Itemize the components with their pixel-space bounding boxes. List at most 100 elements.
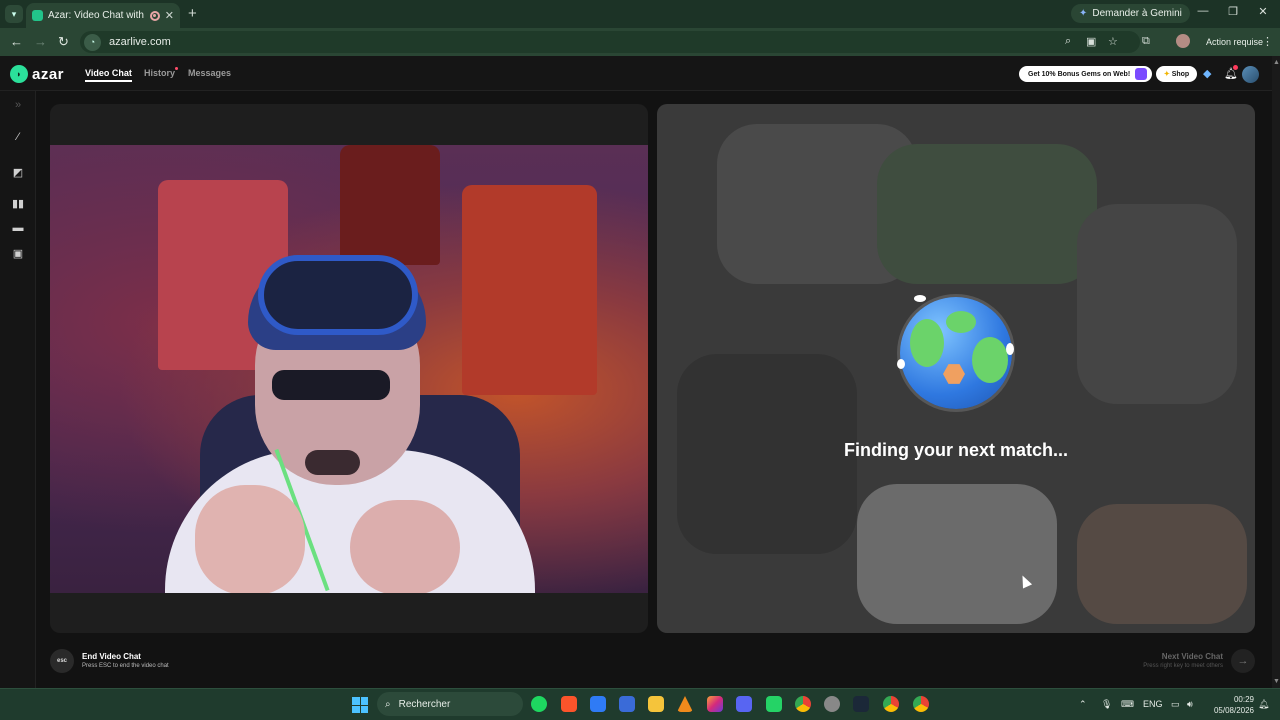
scroll-down-icon[interactable]: ▼	[1273, 678, 1280, 685]
zoom-icon[interactable]: ⌕	[1065, 35, 1071, 48]
blur-shape	[1077, 504, 1247, 624]
globe-land	[972, 337, 1008, 383]
site-info-icon[interactable]: ◔	[84, 33, 101, 51]
store-icon[interactable]	[619, 696, 635, 712]
url-text: azarlive.com	[109, 36, 171, 48]
layout-grid-icon[interactable]: ▣	[11, 247, 25, 260]
whatsapp-icon[interactable]	[766, 696, 782, 712]
tray-chevron-icon[interactable]: ⌃	[1079, 699, 1087, 710]
next-chat-arrow-icon[interactable]: →	[1231, 649, 1255, 673]
beard	[305, 450, 360, 475]
spotify-icon[interactable]	[531, 696, 547, 712]
close-tab-icon[interactable]: ✕	[165, 9, 174, 22]
windows-taskbar	[0, 688, 1280, 720]
cast-icon[interactable]: ▣	[1086, 35, 1096, 48]
file-explorer-icon[interactable]	[648, 696, 664, 712]
maximize-icon[interactable]: ❐	[1218, 5, 1248, 18]
layout-side-by-side-icon[interactable]: ▮▮	[11, 197, 25, 210]
end-chat-hint: Press ESC to end the video chat	[82, 663, 169, 669]
gemini-label: Demander à Gemini	[1092, 8, 1182, 19]
action-required-button[interactable]: Action requise	[1198, 31, 1271, 53]
browser-tab[interactable]: Azar: Video Chat with New ✕	[26, 3, 180, 28]
shop-label: Shop	[1171, 70, 1190, 78]
nav-video-chat[interactable]: Video Chat	[85, 68, 132, 82]
magic-wand-icon[interactable]: ⁄	[11, 131, 25, 143]
omnibox[interactable]: ◔ azarlive.com	[80, 31, 1140, 53]
app-icon[interactable]	[824, 696, 840, 712]
network-icon[interactable]: ▭	[1171, 699, 1180, 710]
defender-icon[interactable]	[590, 696, 606, 712]
close-window-icon[interactable]: ✕	[1248, 5, 1278, 18]
minimize-icon[interactable]: —	[1188, 5, 1218, 17]
left-toolbar: » ⁄ ◩ ▮▮ ▬ ▣	[0, 91, 36, 688]
expand-sidebar-icon[interactable]: »	[11, 99, 25, 111]
notification-center-icon[interactable]: 🔔︎	[1258, 699, 1269, 710]
reload-icon[interactable]: ↻	[58, 34, 69, 50]
brave-icon[interactable]	[561, 696, 577, 712]
tab-search-button[interactable]: ▾	[5, 5, 23, 23]
clock-time: 00:29	[1233, 695, 1254, 704]
end-chat-title: End Video Chat	[82, 652, 141, 661]
blur-shape	[877, 144, 1097, 284]
left-hand	[195, 485, 305, 593]
gemini-spark-icon: ✦	[1079, 8, 1088, 19]
finding-match-text: Finding your next match...	[843, 440, 1068, 460]
microphone-icon[interactable]: 🎙︎	[1101, 699, 1112, 710]
shop-button[interactable]: ✦ Shop	[1156, 66, 1197, 82]
language-indicator[interactable]: ENG	[1143, 699, 1163, 709]
volume-icon[interactable]: 🔊︎	[1187, 699, 1193, 710]
gem-balance-icon[interactable]: ◆	[1203, 67, 1211, 80]
filter-icon[interactable]: ◩	[11, 166, 25, 179]
browser-menu-icon[interactable]: ⋮	[1262, 35, 1273, 48]
nav-messages[interactable]: Messages	[188, 68, 231, 78]
logo-text: azar	[32, 65, 65, 83]
my-camera-feed	[50, 145, 648, 593]
globe-hexagon	[943, 364, 965, 384]
steam-icon[interactable]	[853, 696, 869, 712]
scroll-up-icon[interactable]: ▲	[1273, 59, 1280, 66]
windows-start-icon[interactable]	[352, 697, 368, 713]
end-chat-button[interactable]: esc	[50, 649, 74, 673]
sunglasses	[272, 370, 390, 400]
gemini-button[interactable]: ✦ Demander à Gemini	[1071, 4, 1190, 23]
profile-avatar[interactable]	[1176, 34, 1190, 48]
system-clock[interactable]: 00:29 05/08/2026	[1206, 694, 1254, 716]
bookmark-star-icon[interactable]: ☆	[1108, 35, 1118, 48]
notification-badge	[1233, 65, 1238, 70]
gift-icon	[1135, 68, 1147, 80]
nav-history[interactable]: History	[144, 68, 175, 78]
instagram-icon[interactable]	[707, 696, 723, 712]
azar-logo-icon: ◗	[10, 65, 28, 83]
tab-title: Azar: Video Chat with New	[48, 10, 145, 21]
page-scrollbar[interactable]: ▲ ▼	[1272, 56, 1280, 688]
bonus-gems-button[interactable]: Get 10% Bonus Gems on Web!	[1019, 66, 1152, 82]
forward-icon[interactable]: →	[34, 34, 47, 49]
azar-favicon-icon	[32, 10, 43, 21]
discord-icon[interactable]	[736, 696, 752, 712]
chrome-icon[interactable]	[795, 696, 811, 712]
cloud	[914, 295, 926, 302]
partner-panel: Finding your next match...	[657, 104, 1255, 633]
taskbar-search[interactable]: ⌕ Rechercher	[377, 692, 523, 716]
globe-land	[946, 311, 976, 333]
back-icon[interactable]: ←	[10, 34, 23, 49]
globe-land	[910, 319, 944, 367]
next-chat-title: Next Video Chat	[1161, 652, 1223, 661]
chrome-active-icon[interactable]	[913, 696, 929, 712]
next-chat-hint: Press right key to meet others	[1143, 663, 1223, 669]
azar-logo[interactable]: ◗ azar	[10, 65, 64, 83]
layout-stacked-icon[interactable]: ▬	[11, 222, 25, 234]
extensions-icon[interactable]: ⧉	[1142, 35, 1150, 48]
recording-icon	[149, 10, 160, 21]
user-avatar[interactable]	[1242, 66, 1259, 83]
new-tab-button[interactable]: +	[188, 5, 197, 22]
history-notification-dot	[175, 67, 178, 70]
globe-icon	[897, 295, 1014, 409]
right-hand	[350, 500, 460, 593]
ski-goggles	[258, 255, 418, 335]
keyboard-icon[interactable]: ⌨	[1121, 699, 1134, 710]
wall-shirt-top	[340, 145, 440, 265]
clock-date: 05/08/2026	[1213, 706, 1254, 715]
chrome-profile-icon[interactable]	[883, 696, 899, 712]
cloud	[897, 359, 905, 369]
